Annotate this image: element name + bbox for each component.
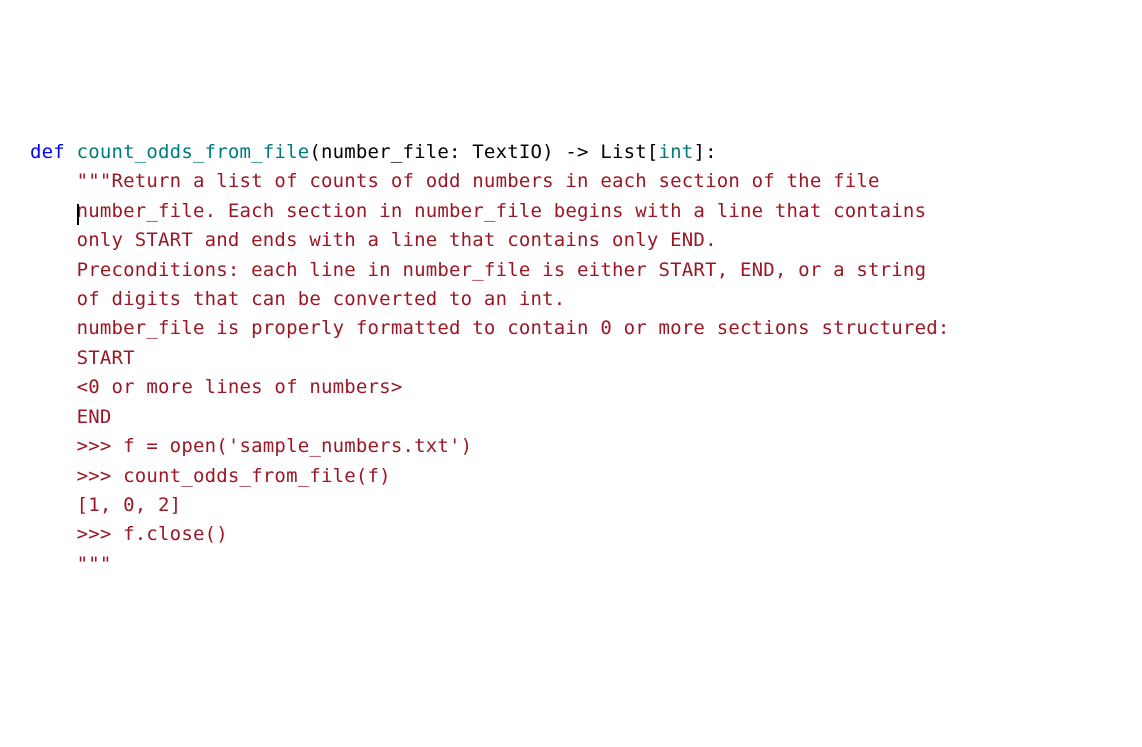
docstring-line: of digits that can be converted to an in… <box>77 288 566 310</box>
indent <box>30 170 77 192</box>
docstring-line: >>> f.close() <box>77 523 228 545</box>
code-line: >>> f = open('sample_numbers.txt') <box>30 432 1112 461</box>
indent <box>30 406 77 428</box>
indent <box>30 288 77 310</box>
code-line: number_file is properly formatted to con… <box>30 314 1112 343</box>
indent <box>30 553 77 575</box>
indent <box>30 200 77 222</box>
docstring-line: only START and ends with a line that con… <box>77 229 717 251</box>
code-line: only START and ends with a line that con… <box>30 226 1112 255</box>
code-line: Preconditions: each line in number_file … <box>30 256 1112 285</box>
docstring-line: """Return a list of counts of odd number… <box>77 170 880 192</box>
indent <box>30 465 77 487</box>
docstring-line: >>> f = open('sample_numbers.txt') <box>77 435 473 457</box>
docstring-line: Preconditions: each line in number_file … <box>77 259 927 281</box>
indent <box>30 376 77 398</box>
docstring-line: START <box>77 347 135 369</box>
docstring-line: number_file. Each section in number_file… <box>77 200 927 222</box>
indent <box>30 229 77 251</box>
indent <box>30 347 77 369</box>
code-line: >>> f.close() <box>30 520 1112 549</box>
docstring-line: number_file is properly formatted to con… <box>77 317 950 339</box>
docstring-line: <0 or more lines of numbers> <box>77 376 403 398</box>
code-line: END <box>30 403 1112 432</box>
indent <box>30 523 77 545</box>
signature-close: ]: <box>693 141 716 163</box>
code-line: of digits that can be converted to an in… <box>30 285 1112 314</box>
code-block: def count_odds_from_file(number_file: Te… <box>30 138 1112 580</box>
code-line: def count_odds_from_file(number_file: Te… <box>30 138 1112 167</box>
code-line: <0 or more lines of numbers> <box>30 373 1112 402</box>
type-int: int <box>659 141 694 163</box>
docstring-line: >>> count_odds_from_file(f) <box>77 465 391 487</box>
signature-open: (number_file: TextIO) -> List[ <box>309 141 658 163</box>
function-name: count_odds_from_file <box>77 141 310 163</box>
code-line: START <box>30 344 1112 373</box>
indent <box>30 259 77 281</box>
indent <box>30 435 77 457</box>
docstring-line: """ <box>77 553 112 575</box>
indent <box>30 494 77 516</box>
docstring-line: [1, 0, 2] <box>77 494 182 516</box>
code-line: [1, 0, 2] <box>30 491 1112 520</box>
code-line: """ <box>30 550 1112 579</box>
code-line: >>> count_odds_from_file(f) <box>30 462 1112 491</box>
text-cursor <box>77 204 79 225</box>
keyword-def: def <box>30 141 77 163</box>
code-line: """Return a list of counts of odd number… <box>30 167 1112 196</box>
docstring-line: END <box>77 406 112 428</box>
code-line: number_file. Each section in number_file… <box>30 197 1112 226</box>
indent <box>30 317 77 339</box>
